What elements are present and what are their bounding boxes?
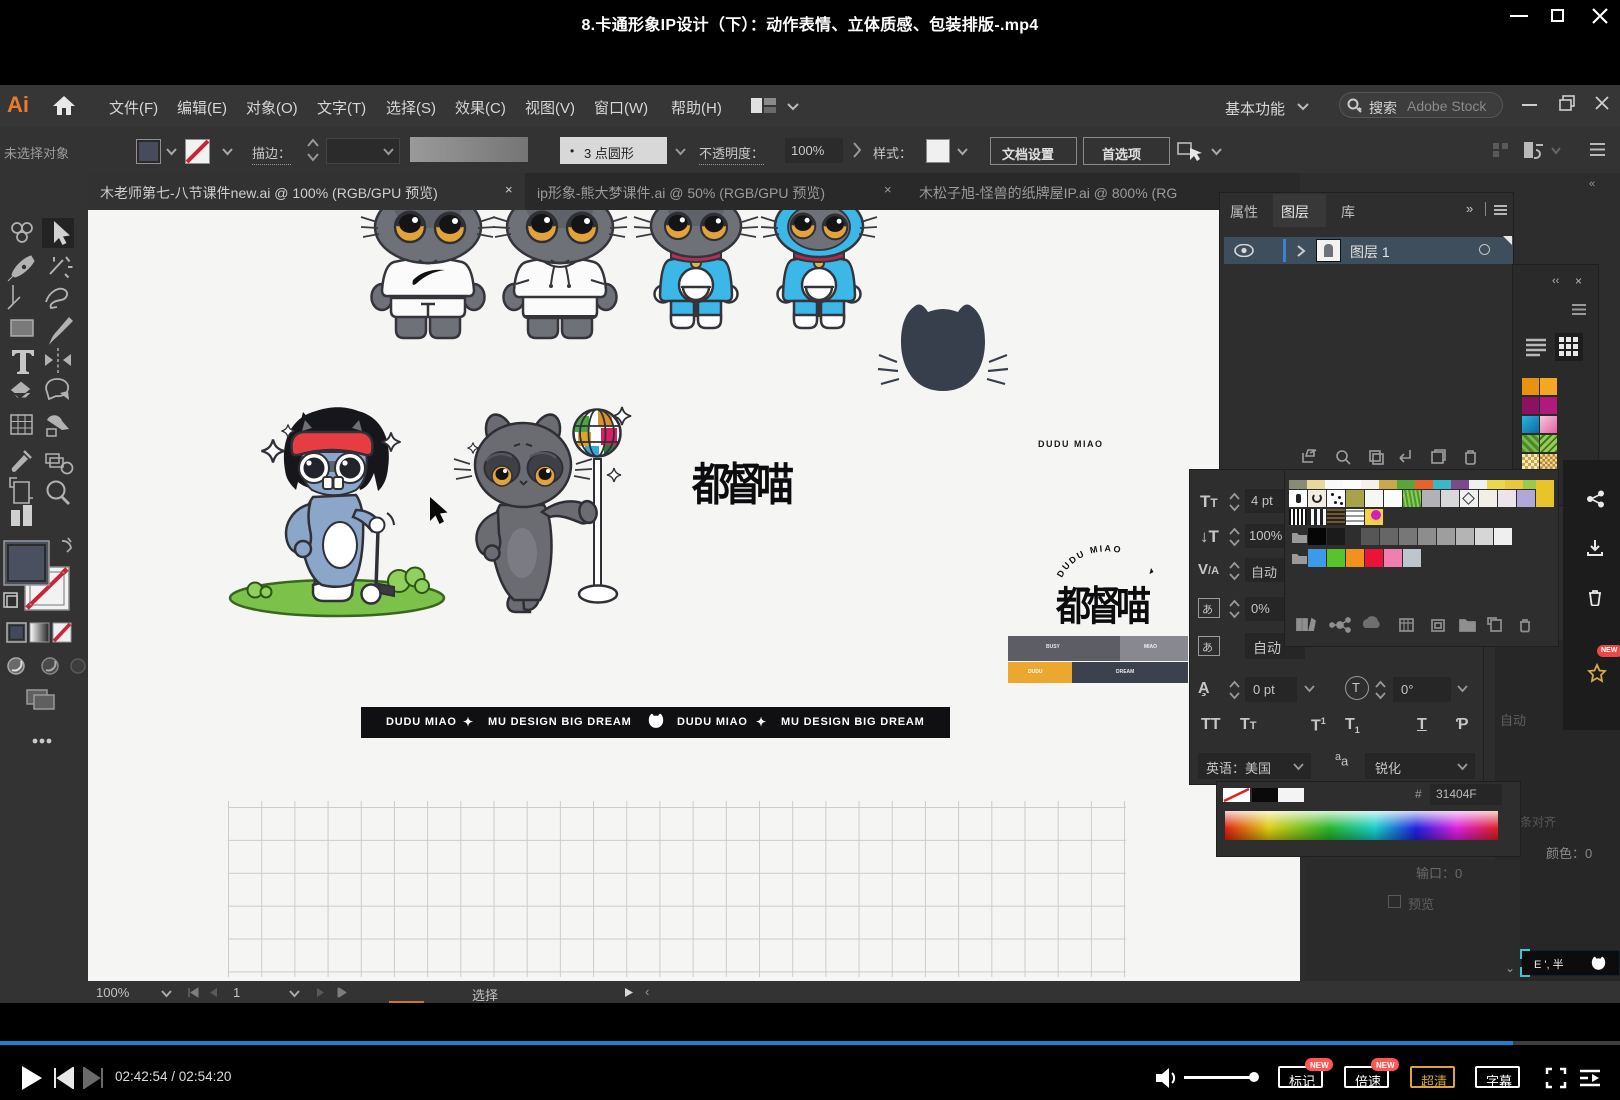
svg-text:DUDU MIAO: DUDU MIAO — [1055, 543, 1124, 579]
